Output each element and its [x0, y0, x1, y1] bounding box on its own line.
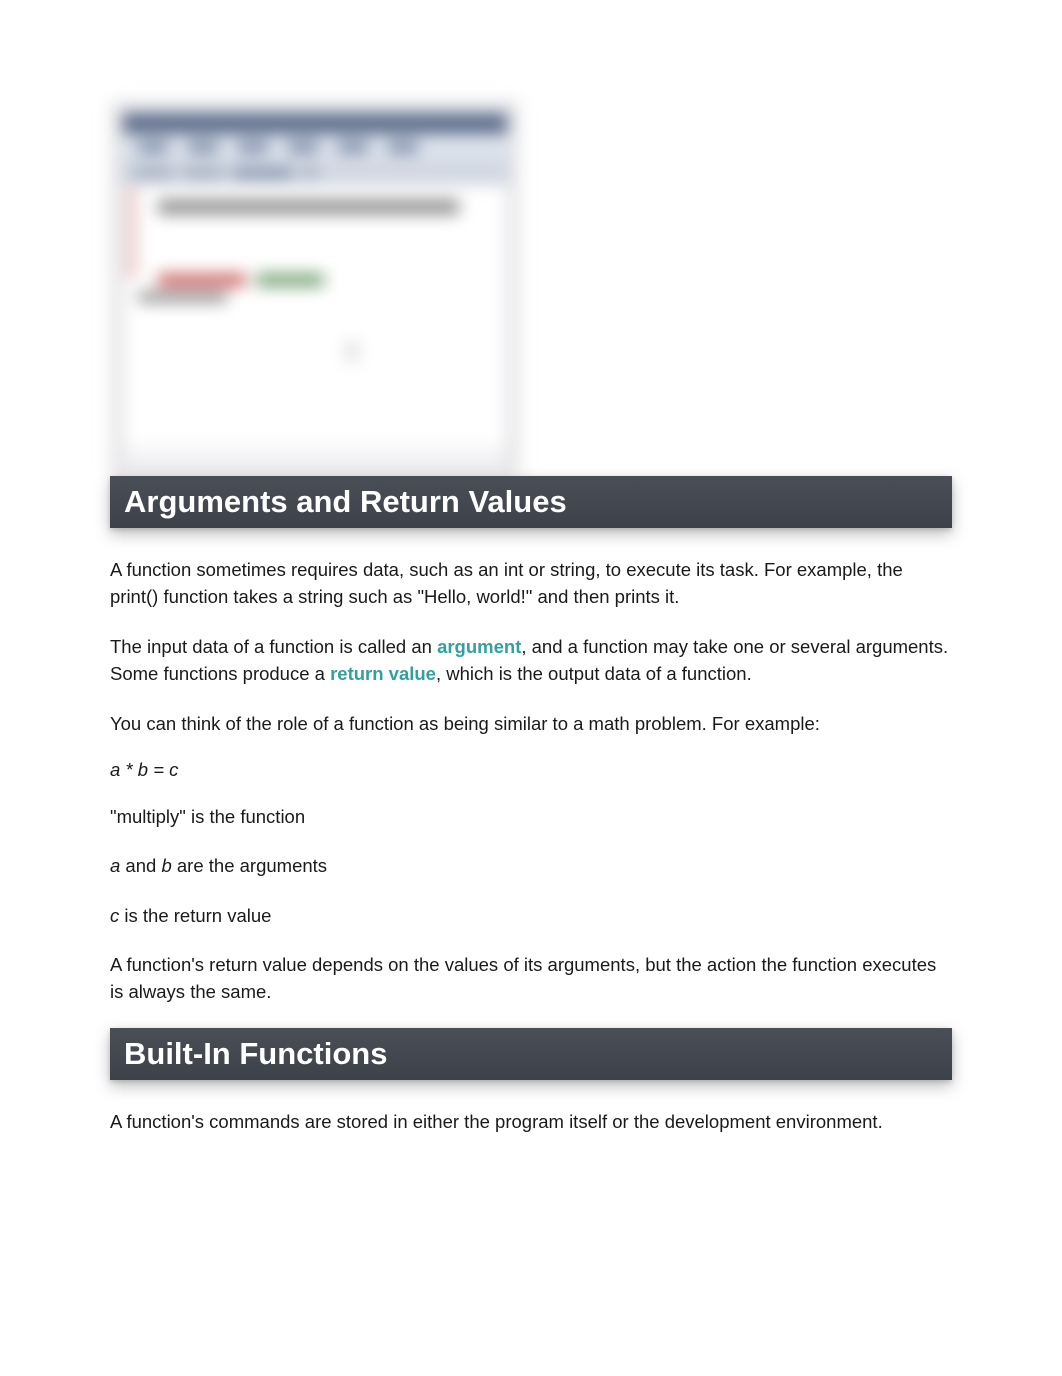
section-heading-builtin: Built-In Functions — [110, 1028, 952, 1080]
text: , which is the output data of a function… — [436, 663, 752, 684]
text: are the arguments — [172, 855, 327, 876]
text: and — [120, 855, 161, 876]
paragraph: A function sometimes requires data, such… — [110, 556, 952, 611]
section-heading-arguments: Arguments and Return Values — [110, 476, 952, 528]
text: is the return value — [119, 905, 271, 926]
code-editor-screenshot — [110, 100, 520, 480]
variable-b: b — [161, 855, 171, 876]
paragraph: A function's return value depends on the… — [110, 951, 952, 1006]
variable-a: a — [110, 855, 120, 876]
paragraph: c is the return value — [110, 902, 952, 929]
keyword-return-value: return value — [330, 663, 436, 684]
keyword-argument: argument — [437, 636, 521, 657]
paragraph: You can think of the role of a function … — [110, 710, 952, 737]
paragraph: A function's commands are stored in eith… — [110, 1108, 952, 1135]
paragraph: "multiply" is the function — [110, 803, 952, 830]
paragraph: a and b are the arguments — [110, 852, 952, 879]
variable-c: c — [110, 905, 119, 926]
text: The input data of a function is called a… — [110, 636, 437, 657]
paragraph: The input data of a function is called a… — [110, 633, 952, 688]
formula: a * b = c — [110, 759, 952, 781]
